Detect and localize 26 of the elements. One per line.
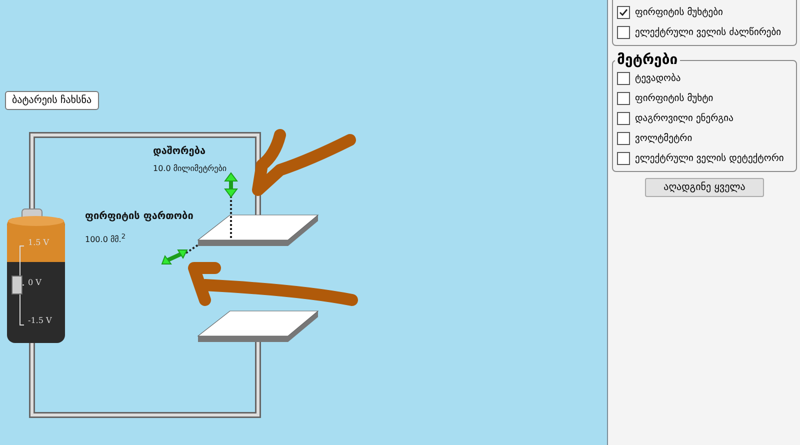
checkbox[interactable] [617, 26, 630, 38]
dotted-line [185, 244, 199, 254]
checkbox-label: ელექტრული ველის დეტექტორი [635, 152, 784, 164]
checkbox-label: ტევადობა [635, 72, 681, 84]
checkbox-label: ელექტრული ველის ძალწირები [635, 26, 782, 38]
plate-area-label: ფირფიტის ფართობი [85, 211, 194, 222]
separation-value: 10.0 მილიმეტრები [153, 164, 227, 173]
separation-label: დაშორება [153, 146, 206, 157]
reset-all-button[interactable]: აღადგინე ყველა [644, 178, 764, 197]
plate-area-value: 100.0 მმ.$^{2}$ [85, 232, 126, 244]
checkbox[interactable] [617, 92, 630, 104]
checkbox[interactable] [617, 72, 630, 84]
checkbox-label: დაგროვილი ენერგია [635, 112, 734, 124]
checkbox[interactable] [617, 6, 630, 18]
meters-title: მეტრები [616, 52, 679, 68]
checkbox-label: ფირფიტის მუხტები [635, 6, 723, 18]
checkbox[interactable] [617, 152, 630, 164]
voltage-label: -1.5 V [28, 316, 52, 325]
checkbox-label: ფირფიტის მუხტი [635, 92, 714, 104]
voltage-label: 0 V [28, 278, 42, 287]
voltage-label: 1.5 V [28, 238, 50, 247]
checkbox[interactable] [617, 132, 630, 144]
dotted-line [230, 196, 232, 240]
checkbox[interactable] [617, 112, 630, 124]
checkbox-label: ვოლტმეტრი [635, 132, 692, 144]
disconnect-battery-button[interactable]: ბატარეის ჩახსნა [5, 91, 99, 110]
